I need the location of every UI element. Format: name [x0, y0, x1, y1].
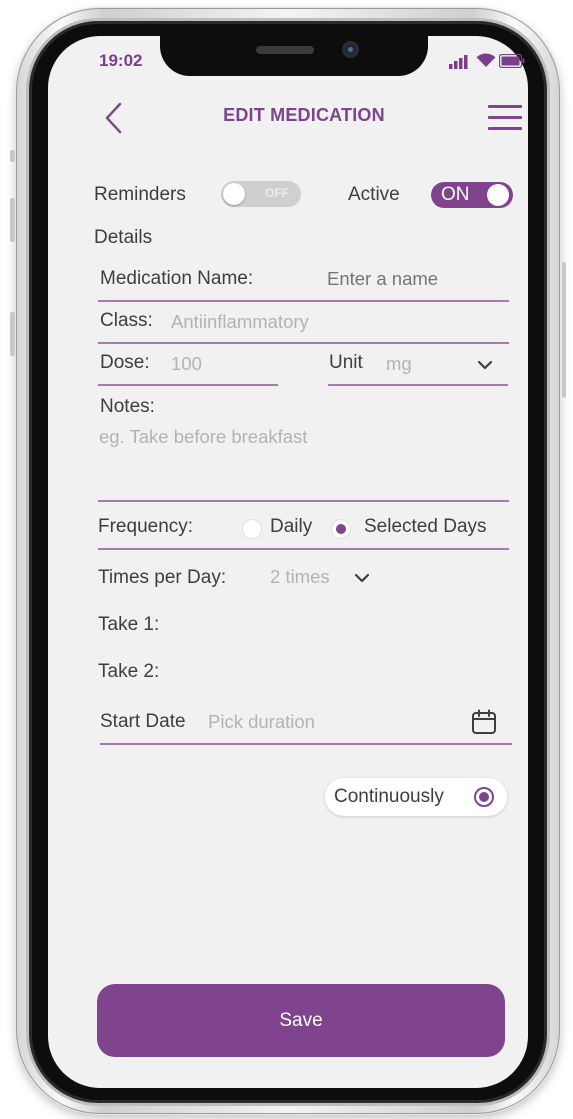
speaker-grille — [256, 46, 314, 54]
details-section-label: Details — [94, 227, 153, 248]
active-toggle-state: ON — [441, 184, 470, 205]
frequency-daily-radio[interactable] — [242, 519, 262, 539]
continuously-label: Continuously — [334, 786, 444, 807]
class-underline — [98, 342, 509, 344]
menu-button[interactable] — [486, 103, 524, 131]
continuously-radio[interactable] — [474, 787, 494, 807]
unit-value[interactable]: mg — [386, 353, 412, 375]
toggle-knob — [487, 184, 509, 206]
times-per-day-value[interactable]: 2 times — [270, 566, 330, 588]
start-date-underline — [100, 743, 512, 745]
side-button-left-3 — [10, 312, 15, 356]
frequency-underline — [98, 548, 509, 550]
start-date-label: Start Date — [100, 711, 186, 732]
status-time: 19:02 — [99, 51, 143, 70]
frequency-selected-days-label[interactable]: Selected Days — [364, 516, 487, 538]
dose-label: Dose: — [100, 352, 150, 373]
unit-label: Unit — [329, 352, 363, 373]
frequency-selected-days-radio[interactable] — [331, 519, 351, 539]
side-button-left-1 — [10, 150, 15, 162]
active-toggle[interactable]: ON — [431, 182, 513, 208]
notes-label: Notes: — [100, 396, 155, 417]
medication-name-underline — [98, 300, 509, 302]
frequency-daily-label[interactable]: Daily — [270, 516, 312, 538]
notes-input[interactable]: eg. Take before breakfast — [99, 426, 307, 448]
toggle-knob — [223, 183, 245, 205]
notes-underline — [98, 500, 509, 502]
back-button[interactable] — [100, 100, 128, 136]
battery-icon — [499, 54, 525, 68]
reminders-toggle[interactable]: OFF — [221, 181, 301, 207]
side-button-left-2 — [10, 198, 15, 242]
hamburger-menu-icon-line-3 — [488, 127, 522, 130]
signal-icon — [449, 55, 468, 69]
active-label: Active — [348, 184, 400, 205]
front-camera — [342, 41, 359, 58]
start-date-input[interactable]: Pick duration — [208, 711, 315, 733]
save-button[interactable]: Save — [97, 984, 505, 1057]
class-value[interactable]: Antiinflammatory — [171, 311, 309, 333]
medication-name-input[interactable] — [327, 268, 507, 290]
reminders-toggle-state: OFF — [265, 186, 289, 200]
frequency-label: Frequency: — [98, 516, 194, 537]
calendar-icon[interactable] — [471, 709, 497, 735]
take-1-label: Take 1: — [98, 614, 160, 635]
wifi-icon — [476, 53, 496, 67]
chevron-left-icon — [105, 102, 122, 134]
page-title: EDIT MEDICATION — [223, 105, 385, 125]
dose-value[interactable]: 100 — [171, 353, 202, 375]
class-label: Class: — [100, 310, 153, 331]
chevron-down-icon[interactable] — [354, 573, 370, 583]
status-icons — [449, 53, 525, 69]
side-button-right — [562, 262, 566, 398]
hamburger-menu-icon-line-2 — [488, 116, 522, 119]
continuously-option[interactable]: Continuously — [325, 778, 507, 816]
medication-name-label: Medication Name: — [100, 268, 254, 289]
unit-underline — [328, 384, 508, 386]
times-per-day-label: Times per Day: — [98, 567, 227, 588]
dose-underline — [98, 384, 278, 386]
reminders-label: Reminders — [94, 184, 186, 205]
hamburger-menu-icon-line-1 — [488, 105, 522, 108]
chevron-down-icon[interactable] — [477, 360, 493, 370]
take-2-label: Take 2: — [98, 661, 160, 682]
